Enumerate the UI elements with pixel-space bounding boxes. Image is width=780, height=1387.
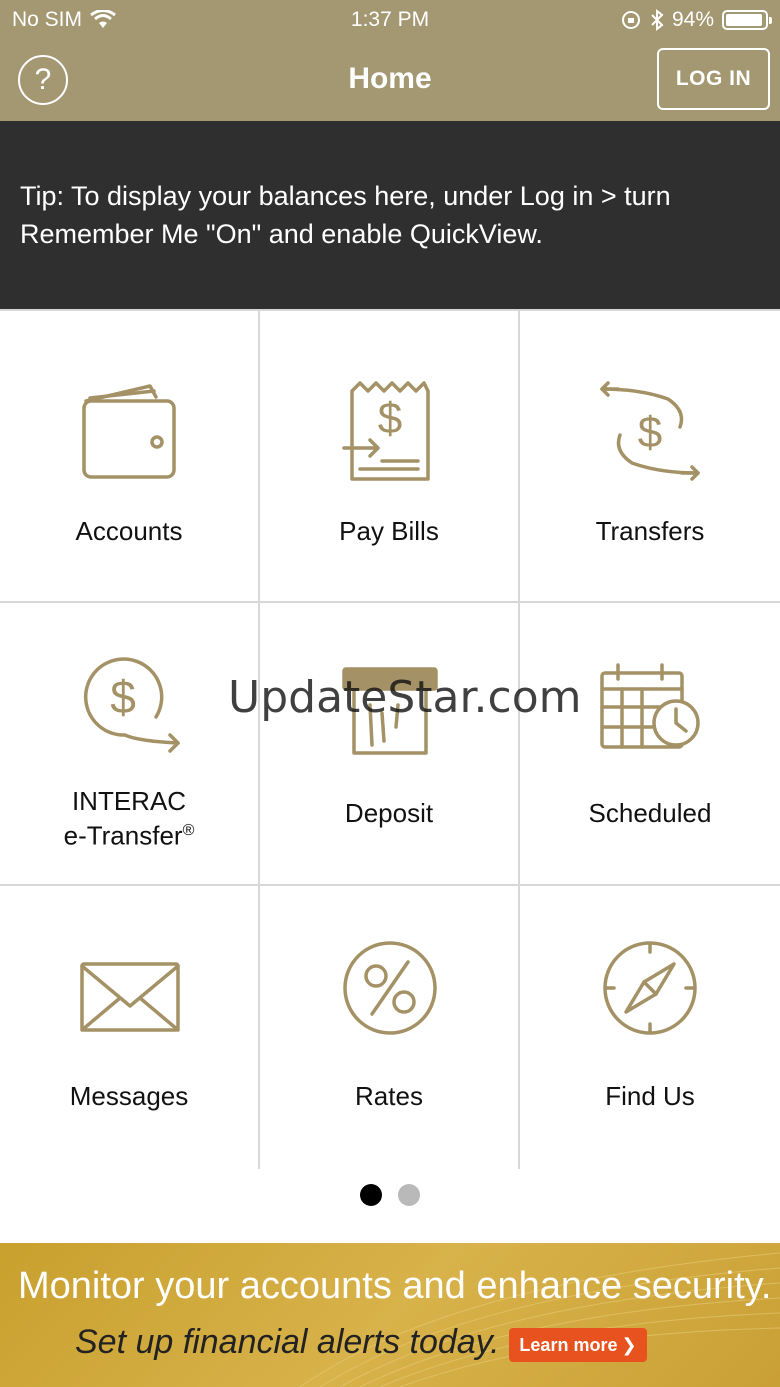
login-button[interactable]: LOG IN [657, 48, 770, 110]
page-indicator[interactable] [0, 1184, 780, 1206]
chevron-right-icon: ❯ [621, 1334, 637, 1355]
tile-label-accounts: Accounts [75, 516, 183, 546]
promo-banner[interactable]: Monitor your accounts and enhance securi… [0, 1243, 780, 1387]
tile-rates[interactable]: Rates [260, 886, 520, 1169]
tile-label-pay-bills: Pay Bills [339, 516, 439, 546]
tile-label-scheduled: Scheduled [588, 798, 712, 828]
tile-messages[interactable]: Messages [0, 886, 260, 1169]
dollar-arrow-icon: $ [83, 657, 180, 753]
menu-grid: Accounts $ Pay Bills $ Transfers $ INTER… [0, 309, 780, 1169]
transfer-arrows-icon: $ [600, 381, 700, 481]
svg-text:$: $ [110, 671, 136, 723]
battery-percent: 94% [671, 8, 714, 31]
tile-pay-bills[interactable]: $ Pay Bills [260, 311, 520, 603]
tile-label-rates: Rates [355, 1081, 423, 1111]
learn-more-label: Learn more [519, 1334, 618, 1355]
tip-banner: Tip: To display your balances here, unde… [0, 121, 780, 309]
envelope-icon [80, 962, 180, 1032]
orientation-lock-icon [621, 11, 640, 29]
svg-text:$: $ [378, 394, 402, 443]
wallet-icon [82, 384, 176, 479]
tile-label-find-us: Find Us [605, 1081, 695, 1111]
interac-label-line2: e-Transfer [63, 820, 183, 851]
compass-icon [603, 941, 697, 1035]
tip-text: Tip: To display your balances here, unde… [20, 181, 671, 249]
page-dot-2[interactable] [398, 1184, 420, 1206]
page-dot-1[interactable] [360, 1184, 382, 1206]
status-bar: No SIM 1:37 PM 94% [0, 0, 780, 40]
tile-label-transfers: Transfers [595, 516, 705, 546]
promo-headline: Monitor your accounts and enhance securi… [18, 1265, 772, 1307]
calendar-clock-icon [600, 663, 700, 749]
battery-icon [722, 10, 772, 30]
learn-more-button[interactable]: Learn more ❯ [509, 1328, 647, 1362]
receipt-icon: $ [342, 381, 430, 481]
svg-text:$: $ [638, 408, 662, 457]
tile-accounts[interactable]: Accounts [0, 311, 260, 603]
tile-find-us[interactable]: Find Us [520, 886, 780, 1169]
tile-interac-e-transfer[interactable]: $ INTERAC e-Transfer® [0, 603, 260, 886]
tile-label-interac: INTERAC e-Transfer® [0, 786, 258, 851]
tile-deposit[interactable]: Deposit [260, 603, 520, 886]
tile-label-deposit: Deposit [344, 798, 434, 828]
battery-level [726, 14, 762, 26]
app-header: No SIM 1:37 PM 94% ? Home LOG IN [0, 0, 780, 121]
percent-icon [343, 941, 437, 1035]
promo-subline: Set up financial alerts today. [75, 1323, 500, 1361]
bluetooth-icon [651, 9, 664, 31]
registered-mark: ® [182, 822, 195, 839]
tile-transfers[interactable]: $ Transfers [520, 311, 780, 603]
tile-scheduled[interactable]: Scheduled [520, 603, 780, 886]
interac-label-line1: INTERAC [71, 786, 187, 816]
watermark: UpdateStar.com [228, 672, 582, 723]
tile-label-messages: Messages [69, 1081, 189, 1111]
